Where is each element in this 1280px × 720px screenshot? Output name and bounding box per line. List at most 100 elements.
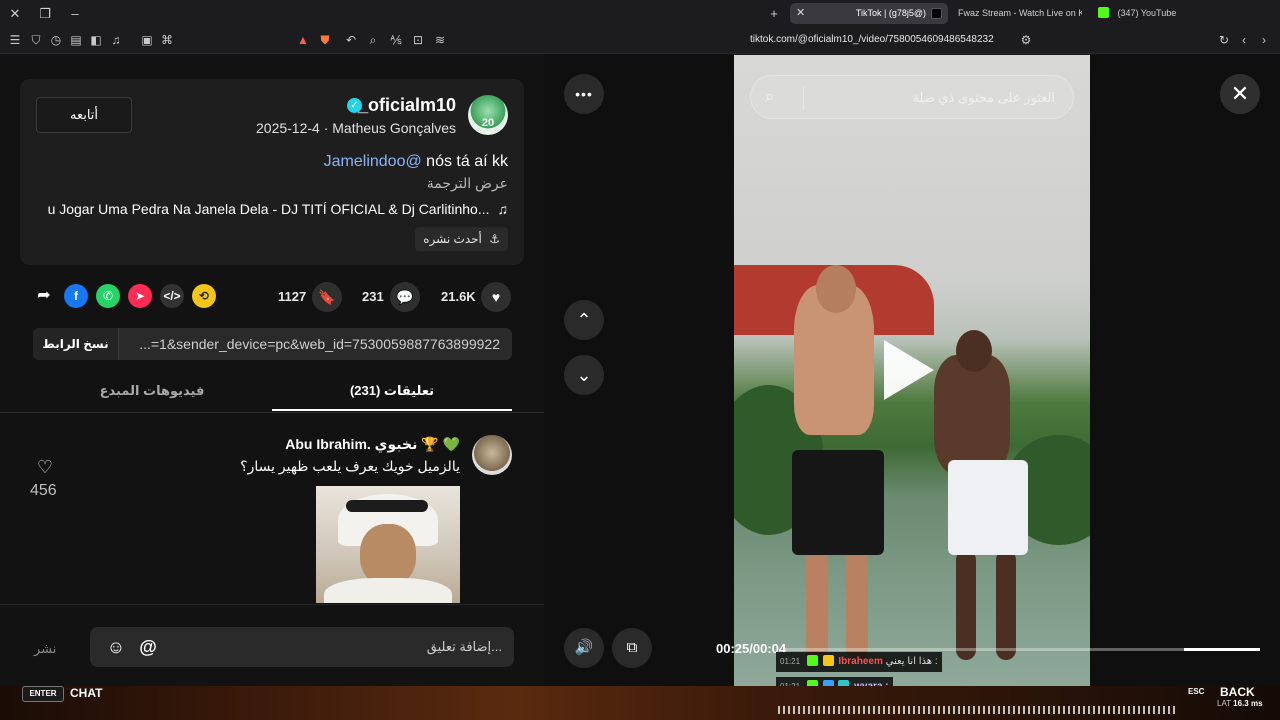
commenter-name[interactable]: Abu Ibrahim. نخبوي 🏆 💚	[285, 436, 460, 453]
chat-username[interactable]: Ibraheem	[838, 656, 882, 667]
anchor-icon: ⚓	[489, 232, 500, 246]
translate-icon[interactable]: ⅍	[388, 32, 404, 48]
search-placeholder: العثور على محتوى ذي صلة	[912, 90, 1055, 105]
post-info-card: أتابعه 20 _oficialm10 ✓ 2025-12-4 · Math…	[20, 79, 524, 265]
chat-line: 01:21 Ibraheem هذا انا يعني :	[776, 652, 942, 672]
music-note-icon: ♫	[497, 201, 509, 217]
share-link-url[interactable]: ...=1&sender_device=pc&web_id=7530059887…	[139, 328, 500, 360]
extensions-icon[interactable]: ⌘	[159, 32, 175, 48]
action-bar: ➦ f ✆ ➤ </> ⟲ 1127 🔖 231 💬 21.6K ♥	[20, 281, 524, 313]
post-comment-button[interactable]: نشر	[34, 641, 56, 657]
search-page-icon[interactable]: ⌕	[365, 32, 381, 48]
facebook-icon[interactable]: f	[64, 284, 88, 308]
screenshot-icon[interactable]: ▣	[139, 32, 155, 48]
likes-count: 21.6K	[441, 289, 476, 304]
play-icon[interactable]	[884, 340, 934, 400]
undo-icon[interactable]: ↶	[343, 32, 359, 48]
video-progress-fill	[1183, 648, 1260, 651]
more-options-button[interactable]: •••	[564, 74, 604, 114]
minimize-window-icon[interactable]: –	[66, 5, 84, 23]
close-video-button[interactable]: ✕	[1220, 74, 1260, 114]
search-divider	[803, 86, 804, 110]
warning-icon[interactable]: ▲	[295, 32, 311, 48]
emoji-icon[interactable]: ☺	[104, 635, 128, 659]
chat-time: 01:21	[780, 657, 801, 666]
close-tab-icon[interactable]: ✕	[796, 3, 805, 24]
bookmark-icon[interactable]	[1017, 32, 1033, 48]
search-icon[interactable]: ⌕	[765, 87, 775, 107]
send-to-friends-icon[interactable]: ➤	[128, 284, 152, 308]
recent-post-badge[interactable]: أحدث نشره ⚓	[415, 227, 508, 251]
latency-label: LAT	[1217, 699, 1231, 708]
creator-username[interactable]: _oficialm10	[358, 95, 456, 116]
follow-button[interactable]: أتابعه	[36, 97, 132, 133]
comments-count: 231	[362, 289, 384, 304]
video-person-two-head	[956, 330, 992, 372]
repost-icon[interactable]: ⟲	[192, 284, 216, 308]
comment-bubble-icon[interactable]: 💬	[390, 282, 420, 312]
panel-tabs: فيديوهات المبدع تعليقات (231)	[0, 373, 544, 413]
sticker-agal	[346, 500, 428, 512]
previous-video-button[interactable]: ⌃	[564, 300, 604, 340]
split-icon[interactable]: ≋	[432, 32, 448, 48]
caption-text: nós tá aí kk	[426, 153, 508, 170]
sticker-face	[360, 524, 416, 586]
close-window-icon[interactable]: ✕	[6, 5, 24, 23]
bookmark-button[interactable]: 🔖	[312, 282, 342, 312]
shield-icon[interactable]: ⛉	[28, 32, 44, 48]
video-progress-bar[interactable]	[784, 648, 1260, 651]
share-arrow-icon[interactable]: ➦	[32, 284, 56, 308]
back-icon[interactable]: ‹	[1236, 32, 1252, 48]
video-leg	[806, 550, 828, 660]
restore-window-icon[interactable]: ❐	[36, 5, 54, 23]
comment-sticker-image	[316, 486, 460, 603]
tab-label: TikTok | (g78j5@)	[855, 8, 926, 18]
latency-readout: LAT 16.3 ms	[1217, 699, 1263, 708]
post-panel: أتابعه 20 _oficialm10 ✓ 2025-12-4 · Math…	[0, 55, 544, 603]
address-bar[interactable]: tiktok.com/@oficialm10_/video/7580054609…	[750, 31, 1010, 49]
embed-icon[interactable]: </>	[160, 284, 184, 308]
music-link[interactable]: u Jogar Uma Pedra Na Janela Dela - DJ TI…	[48, 201, 508, 217]
music-icon[interactable]: ♫	[108, 32, 124, 48]
tab-youtube[interactable]: (347) YouTube	[1090, 3, 1200, 24]
tab-tiktok[interactable]: ✕ TikTok | (g78j5@)	[790, 3, 948, 24]
tab-comments[interactable]: تعليقات (231)	[272, 373, 512, 411]
video-leg	[846, 550, 868, 660]
kick-badge-icon	[806, 655, 818, 666]
reader-icon[interactable]: ▤	[68, 32, 84, 48]
commenter-avatar[interactable]	[472, 435, 512, 475]
sidebar-icon[interactable]: ◧	[88, 32, 104, 48]
copy-link-button[interactable]: نسخ الرابط	[33, 328, 119, 360]
caption-mention[interactable]: Jamelindoo@	[324, 153, 422, 170]
post-caption: Jamelindoo@ nós tá aí kk	[324, 153, 508, 171]
mention-icon[interactable]: @	[136, 635, 160, 659]
forward-icon[interactable]: ›	[1256, 32, 1272, 48]
whatsapp-icon[interactable]: ✆	[96, 284, 120, 308]
post-meta: 2025-12-4 · Matheus Gonçalves	[256, 120, 456, 136]
latency-value: 16.3 ms	[1233, 699, 1263, 708]
volume-button[interactable]: 🔊	[564, 628, 604, 668]
recent-label: أحدث نشره	[423, 232, 482, 246]
saves-count: 1127	[278, 289, 307, 304]
reload-icon[interactable]: ↻	[1216, 32, 1232, 48]
capture-icon[interactable]: ⊡	[410, 32, 426, 48]
related-search-bar[interactable]: ⌕ العثور على محتوى ذي صلة	[750, 75, 1074, 119]
comment-input[interactable]: ☺ @ إضافة تعليق...	[90, 627, 514, 667]
tab-kick[interactable]: Fwaz Stream - Watch Live on Kick	[950, 3, 1082, 24]
esc-key-hint: ESC	[1188, 687, 1205, 696]
new-tab-icon[interactable]: +	[765, 5, 783, 23]
avatar-jersey-number: 20	[481, 117, 495, 129]
see-translation-link[interactable]: عرض الترجمة	[427, 175, 508, 192]
menu-icon[interactable]: ☰	[7, 32, 23, 48]
video-frame[interactable]: ⌕ العثور على محتوى ذي صلة	[734, 55, 1090, 686]
next-video-button[interactable]: ⌄	[564, 355, 604, 395]
video-person-one-shorts	[792, 450, 884, 555]
video-leg	[996, 550, 1016, 660]
creator-avatar[interactable]: 20	[468, 95, 508, 135]
comment-like-heart-icon[interactable]: ♡	[34, 457, 56, 478]
like-heart-button[interactable]: ♥	[481, 282, 511, 312]
tab-creator-videos[interactable]: فيديوهات المبدع	[32, 373, 272, 411]
history-icon[interactable]: ◷	[48, 32, 64, 48]
brave-shield-icon[interactable]: ⛊	[317, 32, 333, 48]
pip-button[interactable]: ⧉	[612, 628, 652, 668]
